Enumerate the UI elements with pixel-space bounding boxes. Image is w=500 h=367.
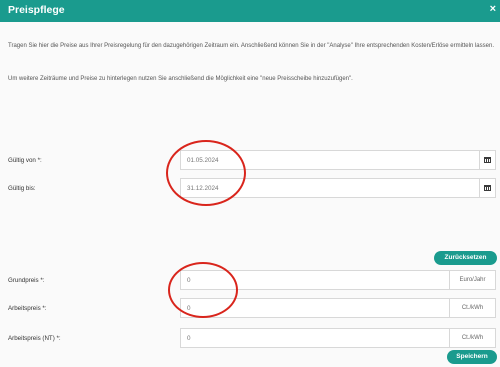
description-text: Tragen Sie hier die Preise aus Ihrer Pre… (8, 43, 494, 49)
price-maintenance-dialog: Preispflege × Tragen Sie hier die Preise… (0, 0, 500, 367)
save-button[interactable]: Speichern (447, 350, 497, 364)
work-price-nt-label: Arbeitspreis (NT) *: (8, 335, 61, 342)
dialog-title: Preispflege (8, 4, 65, 16)
annotation-ellipse-dates (166, 140, 246, 206)
annotation-ellipse-prices (168, 262, 238, 318)
valid-from-label: Gültig von *: (8, 157, 42, 164)
work-price-label: Arbeitspreis *: (8, 305, 47, 312)
calendar-icon (484, 156, 491, 163)
valid-from-calendar-button[interactable] (480, 150, 496, 170)
valid-to-calendar-button[interactable] (480, 178, 496, 198)
valid-to-label: Gültig bis: (8, 185, 36, 192)
reset-button[interactable]: Zurücksetzen (434, 251, 497, 265)
calendar-icon (484, 184, 491, 191)
description-hint-text: Um weitere Zeiträume und Preise zu hinte… (8, 76, 353, 82)
work-price-nt-input[interactable]: 0 (180, 328, 450, 348)
work-price-unit: Ct./kWh (450, 298, 496, 318)
base-price-unit: Euro/Jahr (450, 270, 496, 290)
close-icon[interactable]: × (490, 3, 496, 15)
work-price-nt-unit: Ct./kWh (450, 328, 496, 348)
dialog-titlebar: Preispflege × (0, 0, 500, 22)
base-price-label: Grundpreis *: (8, 277, 45, 284)
